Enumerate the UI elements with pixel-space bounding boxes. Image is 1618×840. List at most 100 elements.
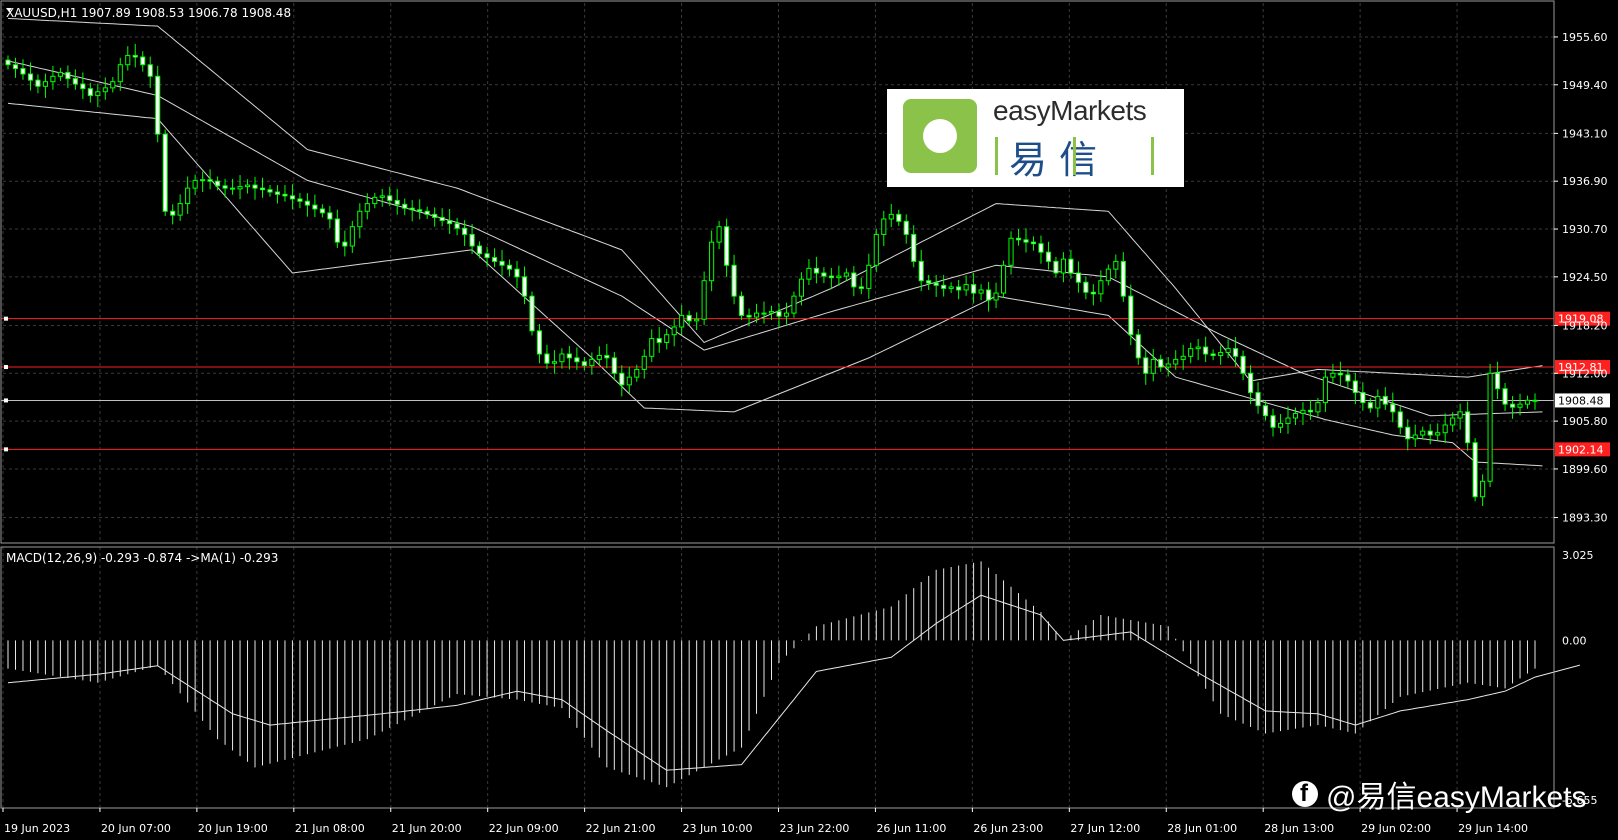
candle-bear: [828, 275, 834, 279]
candle-bull: [1105, 268, 1111, 282]
candle-bull: [125, 54, 131, 66]
candle-bull: [671, 326, 677, 336]
candle-bull: [806, 267, 812, 280]
watermark-text: @易信easyMarkets: [1326, 781, 1587, 814]
candle-bear: [319, 208, 325, 214]
candle-bull: [1480, 480, 1486, 498]
y-tick-label: 1930.70: [1562, 223, 1608, 236]
candle-bull: [1524, 399, 1531, 405]
candle-bear: [514, 268, 520, 278]
candle-bear: [1210, 353, 1216, 357]
candle-bear: [1405, 426, 1411, 440]
candle-bull: [110, 81, 116, 89]
candle-bear: [529, 295, 535, 332]
candle-bear: [65, 71, 71, 80]
candle-bear: [207, 179, 213, 182]
candle-bear: [1495, 372, 1501, 390]
candle-bull: [1517, 403, 1523, 408]
candle-bull: [237, 186, 243, 190]
candle-bull: [357, 210, 363, 228]
candle-bear: [1248, 372, 1254, 394]
candle-bull: [1375, 395, 1381, 409]
candle-bull: [626, 376, 632, 386]
candle-bear: [903, 220, 909, 235]
candle-bear: [72, 78, 78, 85]
candle-bull: [1322, 376, 1328, 404]
watermark: @易信easyMarkets: [1292, 772, 1587, 816]
candle-bear: [297, 198, 303, 202]
candle-bull: [791, 295, 797, 314]
candle-bull: [244, 184, 251, 188]
candle-bear: [259, 187, 266, 191]
candle-bull: [1173, 358, 1179, 365]
candle-bear: [140, 56, 146, 66]
y-tick-label: 1905.80: [1562, 415, 1608, 428]
candle-bear: [604, 355, 610, 359]
price-level-label: 1908.48: [1558, 394, 1604, 407]
candle-bear: [911, 233, 917, 262]
candle-bear: [282, 193, 288, 197]
candle-bear: [1203, 346, 1209, 355]
candle-bull: [1008, 237, 1014, 266]
candle-bear: [739, 295, 745, 316]
candle-bear: [334, 218, 340, 243]
candle-bear: [1128, 295, 1134, 336]
candle-bear: [776, 311, 782, 317]
y-tick-label: 1899.60: [1562, 463, 1608, 476]
candle-bear: [724, 226, 730, 266]
candle-bull: [1165, 363, 1171, 368]
candle-bear: [986, 289, 992, 301]
candle-bull: [372, 196, 378, 205]
y-tick-label: 1955.60: [1562, 31, 1608, 44]
candle-bull: [1330, 372, 1336, 378]
candle-bull: [50, 75, 56, 83]
candle-bear: [1262, 405, 1269, 417]
candle-bull: [1218, 351, 1224, 357]
candle-bear: [821, 272, 827, 277]
candle-bear: [1023, 239, 1029, 243]
candle-bear: [491, 257, 498, 262]
candle-bear: [132, 54, 138, 58]
candle-bear: [611, 357, 617, 374]
candle-bear: [1502, 388, 1508, 405]
candle-bear: [686, 314, 692, 322]
y-tick-label: 1912.00: [1562, 367, 1608, 380]
y-tick-label: 1893.30: [1562, 512, 1608, 525]
candle-bear: [1083, 281, 1089, 293]
candle-bear: [327, 212, 333, 220]
candle-bear: [574, 357, 580, 363]
candle-bear: [1045, 251, 1052, 262]
easymarkets-logo: easyMarkets 易 信: [887, 89, 1184, 187]
candle-bull: [843, 272, 849, 277]
y-tick-label: 1924.50: [1562, 271, 1608, 284]
candle-bull: [1487, 372, 1493, 482]
candle-bull: [1098, 280, 1104, 295]
candle-bull: [1113, 260, 1119, 270]
candle-bear: [858, 286, 864, 289]
candle-bear: [342, 241, 348, 247]
y-tick-label: 1943.10: [1562, 127, 1608, 140]
candle-bear: [454, 223, 460, 229]
candle-bull: [117, 64, 123, 83]
candle-bear: [477, 245, 483, 255]
candle-bear: [956, 286, 962, 291]
candle-bull: [1420, 430, 1426, 436]
candle-bull: [57, 71, 63, 77]
candle-bull: [559, 353, 565, 363]
candle-bull: [888, 213, 894, 220]
candle-bear: [1053, 260, 1059, 274]
logo-divider: [995, 137, 998, 175]
candle-bull: [1300, 409, 1306, 414]
candle-bull: [1195, 346, 1201, 350]
candle-bear: [1240, 355, 1246, 374]
candle-bull: [641, 355, 647, 370]
candle-bull: [1188, 348, 1194, 357]
candle-bear: [851, 272, 857, 288]
logo-mark-icon: [903, 99, 977, 173]
candle-bear: [941, 284, 947, 289]
candle-bear: [731, 264, 737, 297]
candle-bear: [1360, 392, 1366, 404]
candle-bear: [215, 180, 221, 187]
candle-bear: [1382, 395, 1388, 405]
candle-bear: [230, 187, 236, 190]
